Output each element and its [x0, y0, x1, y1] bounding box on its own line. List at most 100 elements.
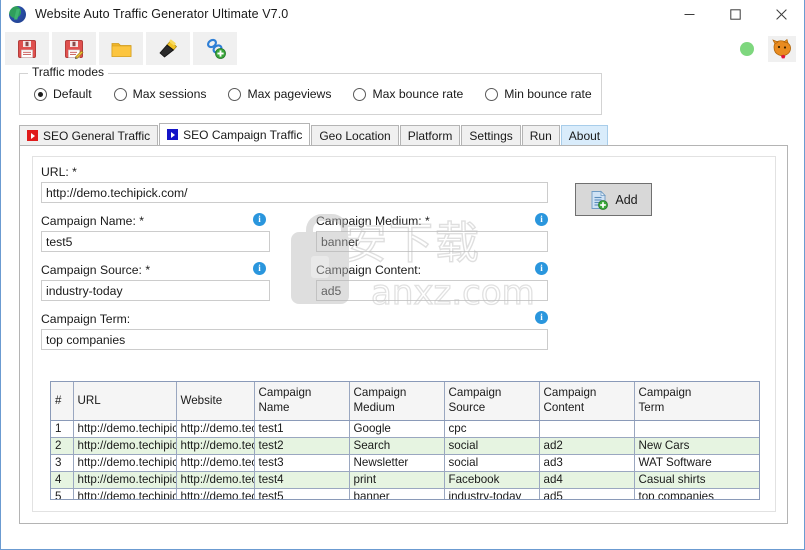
campaign-medium-input[interactable]	[316, 231, 548, 252]
col-header-campaign-medium[interactable]: Campaign Medium	[349, 382, 445, 421]
campaign-form-panel: URL: * Add Campaign Name: *	[32, 156, 776, 512]
col-header-campaign-name[interactable]: Campaign Name	[254, 382, 350, 421]
campaign-content-info-icon[interactable]	[535, 262, 548, 275]
cell-website: http://demo.techipick.com/	[176, 454, 255, 472]
tab-geo-location[interactable]: Geo Location	[311, 125, 399, 145]
cell-index: 1	[51, 420, 74, 438]
cell-name: test1	[254, 420, 350, 438]
campaign-term-input[interactable]	[41, 329, 548, 350]
url-input[interactable]	[41, 182, 548, 203]
minimize-button[interactable]	[666, 0, 712, 29]
cell-medium: Newsletter	[349, 454, 445, 472]
radio-dot-icon	[228, 87, 242, 101]
campaign-source-label: Campaign Source: *	[41, 263, 151, 277]
cell-term	[634, 420, 759, 438]
close-button[interactable]	[758, 0, 804, 29]
radio-max-bounce-rate[interactable]: Max bounce rate	[353, 87, 463, 101]
tab-seo-general-traffic[interactable]: SEO General Traffic	[19, 125, 159, 145]
cell-medium: banner	[349, 488, 445, 499]
url-label: URL: *	[41, 165, 77, 179]
radio-min-bounce-rate[interactable]: Min bounce rate	[485, 87, 592, 101]
cell-website: http://demo.techipick.com/	[176, 437, 255, 455]
col-header-campaign-source[interactable]: Campaign Source	[444, 382, 540, 421]
col-header-website[interactable]: Website	[176, 382, 255, 421]
col-header-url[interactable]: URL	[73, 382, 177, 421]
cell-content: ad3	[539, 454, 635, 472]
tab-about[interactable]: About	[560, 125, 609, 145]
radio-max-pageviews[interactable]: Max pageviews	[228, 87, 331, 101]
cell-medium: Search	[349, 437, 445, 455]
col-line1: Campaign	[258, 386, 312, 400]
maximize-button[interactable]	[712, 0, 758, 29]
tab-label: SEO Campaign Traffic	[183, 127, 303, 142]
cell-medium: print	[349, 471, 445, 489]
tab-run[interactable]: Run	[521, 125, 560, 145]
minimize-icon	[684, 14, 694, 15]
table-row[interactable]: 3 http://demo.techipick.com/ http://demo…	[51, 454, 759, 472]
cell-index: 5	[51, 488, 74, 499]
cell-content: ad4	[539, 471, 635, 489]
flashlight-button[interactable]	[146, 32, 190, 65]
traffic-modes-group: Traffic modes Default Max sessions Max p…	[19, 65, 602, 115]
cell-url: http://demo.techipick.com/	[73, 454, 177, 472]
table-header-row: # URL Website Campaign Name Campaign Med…	[51, 382, 759, 421]
campaign-name-info-icon[interactable]	[253, 213, 266, 226]
cell-source: Facebook	[444, 471, 540, 489]
folder-open-icon	[111, 43, 131, 57]
col-header-campaign-content[interactable]: Campaign Content	[539, 382, 635, 421]
campaign-term-label: Campaign Term:	[41, 312, 131, 326]
cell-name: test3	[254, 454, 350, 472]
tab-seo-campaign-traffic[interactable]: SEO Campaign Traffic	[159, 123, 311, 145]
open-button[interactable]	[99, 32, 143, 65]
cell-source: industry-today	[444, 488, 540, 499]
radio-max-sessions[interactable]: Max sessions	[113, 87, 207, 101]
radio-default[interactable]: Default	[34, 87, 92, 101]
cell-website: http://demo.techipick.com/	[176, 488, 255, 499]
col-line1: Website	[180, 393, 223, 407]
col-line1: Campaign	[353, 386, 407, 400]
table-row[interactable]: 4 http://demo.techipick.com/ http://demo…	[51, 471, 759, 489]
flashlight-icon	[159, 39, 178, 58]
campaign-medium-info-icon[interactable]	[535, 213, 548, 226]
radio-label: Max sessions	[132, 87, 207, 101]
table-row[interactable]: 2 http://demo.techipick.com/ http://demo…	[51, 437, 759, 455]
play-icon	[167, 129, 179, 140]
table-row[interactable]: 5 http://demo.techipick.com/ http://demo…	[51, 488, 759, 499]
cell-website: http://demo.techipick.com/	[176, 471, 255, 489]
cell-url: http://demo.techipick.com/	[73, 437, 177, 455]
table-row[interactable]: 1 http://demo.techipick.com/ http://demo…	[51, 420, 759, 438]
floppy-save-icon	[18, 39, 36, 58]
status-indicator	[740, 41, 754, 56]
tab-settings[interactable]: Settings	[461, 125, 521, 145]
radio-dot-icon	[353, 87, 367, 101]
save-button[interactable]	[5, 32, 49, 65]
cell-name: test5	[254, 488, 350, 499]
radio-label: Default	[53, 87, 92, 101]
tab-label: About	[568, 128, 601, 143]
campaign-table: # URL Website Campaign Name Campaign Med…	[51, 382, 759, 499]
cell-content: ad5	[539, 488, 635, 499]
add-button[interactable]: Add	[575, 183, 652, 216]
link-add-icon	[206, 38, 226, 59]
add-link-button[interactable]	[193, 32, 237, 65]
cell-url: http://demo.techipick.com/	[73, 420, 177, 438]
campaign-term-info-icon[interactable]	[535, 311, 548, 324]
col-header-index[interactable]: #	[51, 382, 74, 421]
col-header-campaign-term[interactable]: Campaign Term	[634, 382, 759, 421]
tab-label: Run	[529, 128, 552, 143]
table-body: 1 http://demo.techipick.com/ http://demo…	[51, 420, 759, 499]
campaign-name-input[interactable]	[41, 231, 270, 252]
campaign-source-input[interactable]	[41, 280, 270, 301]
campaign-grid[interactable]: # URL Website Campaign Name Campaign Med…	[50, 381, 760, 500]
tab-platform[interactable]: Platform	[399, 125, 461, 145]
save-as-button[interactable]	[52, 32, 96, 65]
col-line2: Name	[258, 400, 290, 414]
tab-strip: SEO General Traffic SEO Campaign Traffic…	[19, 123, 788, 145]
campaign-source-info-icon[interactable]	[253, 262, 266, 275]
app-window: Website Auto Traffic Generator Ultimate …	[0, 0, 805, 550]
fox-button[interactable]	[768, 35, 796, 62]
title-bar: Website Auto Traffic Generator Ultimate …	[1, 0, 804, 29]
campaign-content-input[interactable]	[316, 280, 548, 301]
tab-label: Platform	[407, 128, 453, 143]
cell-name: test4	[254, 471, 350, 489]
